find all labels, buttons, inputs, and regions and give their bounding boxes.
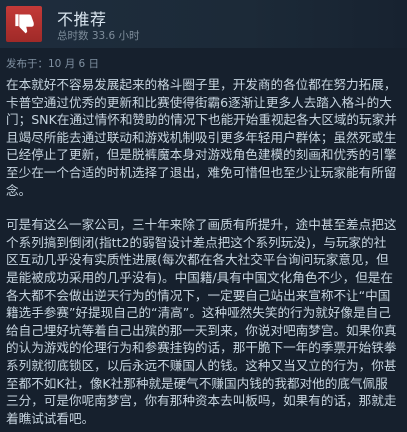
thumbs-down-icon[interactable] (6, 6, 42, 42)
review-verdict: 不推荐 (57, 10, 107, 29)
posted-date: 发布于：10 月 6 日 (6, 58, 100, 70)
thumbs-down-glyph (15, 14, 34, 34)
review-paragraph: 可是有这么一家公司，三十年来除了画质有所提升，途中甚至差点把这个系列搞到倒闭(指… (6, 217, 397, 426)
review-header: 不推荐 总时数 33.6 小时 (0, 0, 407, 48)
review-card: 不推荐 总时数 33.6 小时 发布于：10 月 6 日 在本就好不容易发展起来… (0, 0, 407, 432)
review-body: 在本就好不容易发展起来的格斗圈子里，开发商的各位都在努力拓展，卡普空通过优秀的更… (6, 76, 398, 432)
playtime-hours: 总时数 33.6 小时 (57, 30, 140, 42)
review-paragraph: 在本就好不容易发展起来的格斗圈子里，开发商的各位都在努力拓展，卡普空通过优秀的更… (6, 77, 397, 198)
